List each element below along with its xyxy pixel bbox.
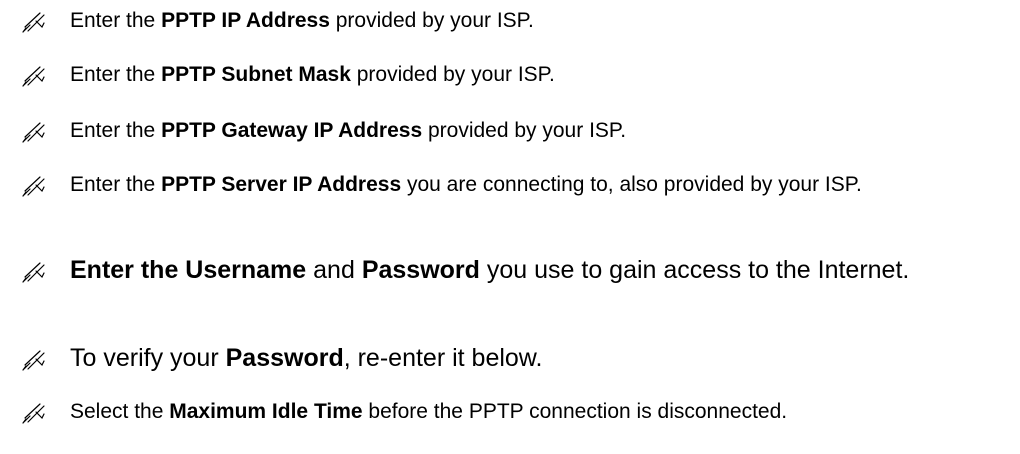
writing-hand-icon xyxy=(22,11,46,33)
writing-hand-icon xyxy=(22,349,46,371)
list-item-text: Enter the PPTP Server IP Address you are… xyxy=(70,173,862,196)
writing-hand-icon xyxy=(22,261,46,283)
list-item-text: Enter the PPTP IP Address provided by yo… xyxy=(70,9,534,32)
writing-hand-icon xyxy=(22,175,46,197)
writing-hand-icon xyxy=(22,121,46,143)
list-item-text: Enter the Username and Password you use … xyxy=(70,256,910,284)
list-item-text: Select the Maximum Idle Time before the … xyxy=(70,400,788,423)
list-item-text: Enter the PPTP Gateway IP Address provid… xyxy=(70,119,627,142)
list-item-text: Enter the PPTP Subnet Mask provided by y… xyxy=(70,63,555,86)
writing-hand-icon xyxy=(22,65,46,87)
list-item-text: To verify your Password, re-enter it bel… xyxy=(70,344,543,372)
writing-hand-icon xyxy=(22,402,46,424)
